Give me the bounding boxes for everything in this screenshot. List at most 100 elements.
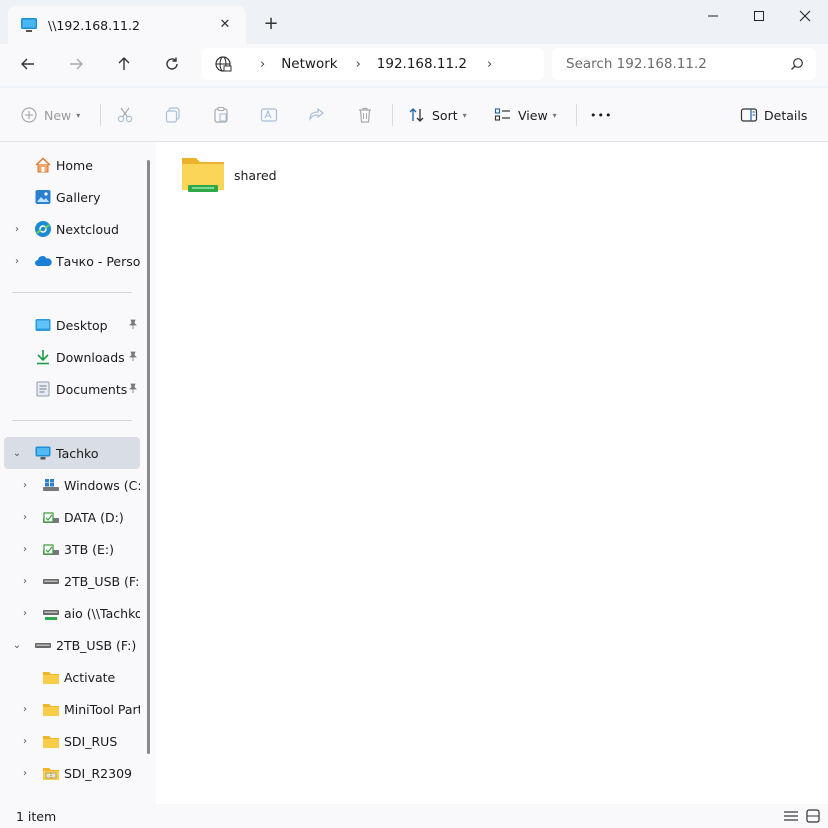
minimize-button[interactable] — [690, 4, 736, 28]
refresh-button[interactable] — [156, 50, 188, 78]
sidebar-item-network-drive[interactable]: › aio (\\Tachko- — [4, 598, 140, 628]
pin-icon[interactable] — [128, 383, 138, 396]
windows-drive-icon — [42, 476, 60, 494]
search-input[interactable]: Search 192.168.11.2 — [566, 56, 707, 72]
delete-icon — [359, 107, 371, 123]
chevron-right-icon[interactable]: › — [18, 478, 32, 492]
gallery-icon — [34, 188, 52, 206]
new-tab-button[interactable]: + — [262, 13, 280, 34]
tab-close-icon[interactable]: ✕ — [216, 15, 234, 33]
pin-icon[interactable] — [128, 319, 138, 332]
chevron-right-icon[interactable]: › — [18, 702, 32, 716]
tab-current[interactable]: \\192.168.11.2 ✕ — [8, 6, 246, 44]
view-button[interactable]: View ▾ — [494, 102, 557, 128]
sidebar-item-drive-e[interactable]: › 3TB (E:) — [4, 534, 140, 564]
cut-button[interactable] — [116, 102, 134, 128]
sidebar-item-sdi-rus[interactable]: › SDI_RUS — [4, 726, 140, 756]
chevron-right-icon[interactable]: › — [10, 222, 24, 236]
sidebar-item-drive-d[interactable]: › DATA (D:) — [4, 502, 140, 532]
sidebar-item-sdi-r2309[interactable]: › SDI_R2309 — [4, 758, 140, 788]
paste-button[interactable] — [212, 102, 230, 128]
address-bar[interactable]: › Network › 192.168.11.2 › — [202, 48, 544, 80]
sidebar-scrollbar[interactable] — [147, 160, 150, 754]
more-options-button[interactable]: ••• — [590, 102, 612, 128]
copy-icon — [165, 107, 180, 123]
pin-icon[interactable] — [128, 351, 138, 364]
sort-button[interactable]: Sort ▾ — [408, 102, 467, 128]
usb-drive-icon — [42, 572, 60, 590]
chevron-right-icon[interactable]: › — [487, 57, 492, 72]
paste-icon — [214, 106, 228, 123]
breadcrumb-host[interactable]: 192.168.11.2 — [377, 56, 467, 72]
address-row: › Network › 192.168.11.2 › Search 192.16… — [0, 44, 828, 86]
rename-button[interactable] — [260, 102, 278, 128]
chevron-right-icon[interactable]: › — [18, 574, 32, 588]
details-button[interactable]: Details — [740, 102, 807, 128]
new-button[interactable]: New ▾ — [20, 102, 80, 128]
rename-icon — [260, 108, 278, 122]
file-name: shared — [234, 167, 277, 183]
sidebar-item-documents[interactable]: Documents — [4, 374, 140, 404]
file-list: shared — [158, 142, 828, 804]
forward-button[interactable] — [60, 50, 92, 78]
sidebar-item-downloads[interactable]: Downloads — [4, 342, 140, 372]
refresh-icon — [166, 57, 178, 70]
forward-arrow-icon — [70, 58, 83, 70]
title-bar: \\192.168.11.2 ✕ + — [0, 0, 828, 44]
chevron-right-icon[interactable]: › — [18, 542, 32, 556]
share-icon — [309, 107, 324, 121]
sidebar-item-label: DATA (D:) — [64, 509, 124, 525]
sidebar-item-label: Tachko — [56, 445, 99, 461]
chevron-down-icon[interactable]: ⌄ — [10, 446, 24, 460]
chevron-right-icon[interactable]: › — [18, 734, 32, 748]
main-area: Home Gallery › Nextcloud › Тачко - Perso… — [0, 142, 828, 804]
sidebar-item-activate[interactable]: Activate — [4, 662, 140, 692]
downloads-icon — [34, 348, 52, 366]
sidebar-item-this-pc[interactable]: ⌄ Tachko — [4, 437, 140, 469]
close-button[interactable] — [782, 4, 828, 28]
chevron-right-icon[interactable]: › — [10, 254, 24, 268]
navigation-pane: Home Gallery › Nextcloud › Тачко - Perso… — [0, 142, 156, 804]
tab-title: \\192.168.11.2 — [48, 17, 140, 33]
drive-icon — [42, 508, 60, 526]
sidebar-item-nextcloud[interactable]: › Nextcloud — [4, 214, 140, 244]
sidebar-item-label: Тачко - Persona — [56, 253, 140, 269]
sidebar-item-drive-f[interactable]: › 2TB_USB (F:) — [4, 566, 140, 596]
new-label: New — [44, 107, 72, 123]
up-button[interactable] — [108, 50, 140, 78]
folder-icon — [42, 732, 60, 750]
sidebar-item-label: Downloads — [56, 349, 125, 365]
copy-button[interactable] — [164, 102, 182, 128]
tiles-view-icon[interactable] — [804, 808, 822, 824]
breadcrumb-network[interactable]: Network — [281, 56, 337, 72]
view-list-icon — [494, 108, 510, 121]
sidebar-item-label: Activate — [64, 669, 116, 685]
item-count: 1 item — [16, 809, 57, 824]
chevron-right-icon[interactable]: › — [18, 510, 32, 524]
desktop-icon — [34, 316, 52, 334]
folder-icon — [42, 668, 60, 686]
sidebar-item-usb-drive[interactable]: ⌄ 2TB_USB (F:) — [4, 630, 140, 660]
maximize-button[interactable] — [736, 4, 782, 28]
delete-button[interactable] — [356, 102, 374, 128]
sidebar-item-home[interactable]: Home — [4, 150, 140, 180]
sidebar-item-desktop[interactable]: Desktop — [4, 310, 140, 340]
sidebar-item-minitool[interactable]: › MiniTool Partit — [4, 694, 140, 724]
sidebar-item-drive-c[interactable]: › Windows (C:) — [4, 470, 140, 500]
back-button[interactable] — [12, 50, 44, 78]
sidebar-item-onedrive[interactable]: › Тачко - Persona — [4, 246, 140, 276]
details-view-icon[interactable] — [782, 808, 800, 824]
sidebar-item-label: aio (\\Tachko- — [64, 605, 140, 621]
sidebar-item-label: Desktop — [56, 317, 108, 333]
chevron-right-icon[interactable]: › — [18, 606, 32, 620]
sidebar-item-gallery[interactable]: Gallery — [4, 182, 140, 212]
search-box[interactable]: Search 192.168.11.2 — [552, 48, 816, 80]
chevron-down-icon: ▾ — [76, 110, 81, 120]
chevron-down-icon[interactable]: ⌄ — [10, 638, 24, 652]
network-monitor-icon — [20, 17, 38, 33]
sidebar-item-label: MiniTool Partit — [64, 701, 140, 717]
back-arrow-icon — [21, 58, 34, 70]
share-button[interactable] — [308, 102, 326, 128]
chevron-right-icon[interactable]: › — [18, 766, 32, 780]
list-item-shared[interactable]: shared — [180, 154, 277, 196]
